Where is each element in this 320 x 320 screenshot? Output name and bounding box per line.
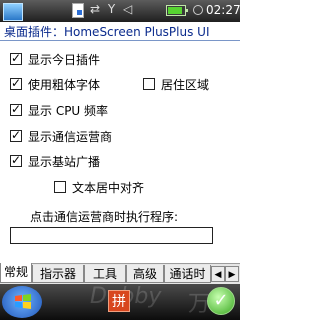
carrier-program-input[interactable] xyxy=(10,227,213,244)
option-show-cell-broadcast[interactable]: 显示基站广播 xyxy=(10,152,100,170)
checkbox[interactable] xyxy=(10,51,22,65)
checkbox[interactable] xyxy=(143,78,155,90)
option-label: 使用粗体字体 xyxy=(28,77,101,92)
ok-button[interactable]: ✓ xyxy=(207,287,235,315)
taskbar: Dobby 拼 万 ✓ xyxy=(0,284,240,320)
option-show-carrier[interactable]: 显示通信运营商 xyxy=(10,127,112,145)
tab-tools[interactable]: 工具 xyxy=(84,265,126,283)
clock-icon xyxy=(193,5,203,15)
tab-general[interactable]: 常规 xyxy=(0,263,32,283)
windows-start-button[interactable] xyxy=(2,286,42,318)
option-show-today-plugin[interactable]: 显示今日插件 xyxy=(10,50,100,68)
windows-flag-icon xyxy=(15,294,31,309)
battery-icon[interactable] xyxy=(166,5,188,16)
tab-indicators[interactable]: 指示器 xyxy=(32,265,84,283)
checkbox[interactable] xyxy=(10,76,22,90)
input-method-icon[interactable]: 拼 xyxy=(108,290,130,312)
option-residential-area[interactable]: 居住区域 xyxy=(143,75,209,93)
option-label: 显示 CPU 频率 xyxy=(28,103,109,118)
checkbox[interactable] xyxy=(54,181,66,193)
checkbox[interactable] xyxy=(10,128,22,142)
option-center-text[interactable]: 文本居中对齐 xyxy=(54,178,144,196)
document-icon xyxy=(72,3,84,18)
checkbox[interactable] xyxy=(10,102,22,116)
option-bold-font[interactable]: 使用粗体字体 xyxy=(10,75,100,93)
status-icons: ⇄ Y ◁ xyxy=(90,2,135,16)
tab-strip: 常规 指示器 工具 高级 通话时 ◀ ▶ xyxy=(0,263,240,284)
option-label: 显示今日插件 xyxy=(28,52,101,67)
start-menu-icon[interactable] xyxy=(3,3,23,21)
clock-time[interactable]: 02:27 xyxy=(206,3,241,17)
option-label: 显示通信运营商 xyxy=(28,129,113,144)
page-title: 桌面插件：HomeScreen PlusPlus UI xyxy=(4,25,210,39)
tab-scroll-right-icon[interactable]: ▶ xyxy=(225,266,239,282)
option-show-cpu-frequency[interactable]: 显示 CPU 频率 xyxy=(10,101,108,119)
tab-call[interactable]: 通话时 xyxy=(164,265,211,283)
tab-scroll-left-icon[interactable]: ◀ xyxy=(211,266,225,282)
status-bar: ⇄ Y ◁ 02:27 xyxy=(0,0,241,22)
option-label: 文本居中对齐 xyxy=(72,180,145,195)
title-divider xyxy=(0,40,240,41)
checkbox[interactable] xyxy=(10,153,22,167)
option-label: 显示基站广播 xyxy=(28,154,101,169)
option-label: 居住区域 xyxy=(161,77,210,92)
tab-advanced[interactable]: 高级 xyxy=(126,265,164,283)
carrier-program-label: 点击通信运营商时执行程序: xyxy=(30,210,179,224)
